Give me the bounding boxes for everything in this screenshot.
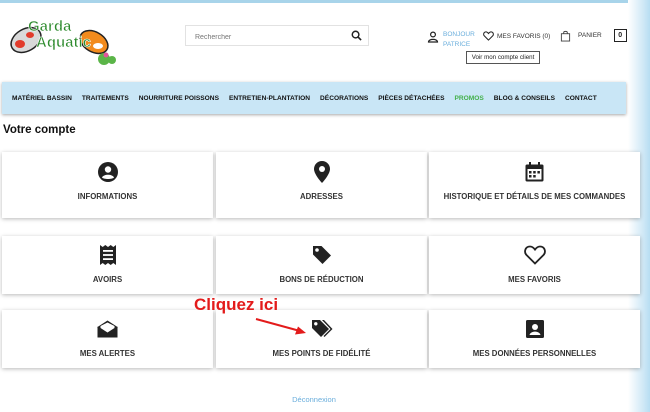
nav-contact[interactable]: Contact bbox=[565, 95, 597, 102]
search-box bbox=[185, 25, 369, 47]
cart-label: Panier bbox=[578, 32, 602, 39]
card-adresses[interactable]: Adresses bbox=[216, 152, 427, 218]
tag-icon bbox=[312, 246, 331, 264]
id-card-icon bbox=[525, 320, 544, 338]
card-informations[interactable]: Informations bbox=[2, 152, 213, 218]
cart-link[interactable]: Panier 0 bbox=[560, 29, 627, 42]
card-label: Mes points de fidélité bbox=[272, 349, 371, 358]
card-label: Historique et détails de mes commandes bbox=[443, 192, 626, 201]
account-username: Patrice bbox=[443, 41, 471, 48]
search-icon[interactable] bbox=[351, 30, 362, 41]
shopping-bag-icon bbox=[560, 30, 571, 41]
favorites-label: Mes favoris (0) bbox=[497, 32, 551, 40]
card-label: Mes alertes bbox=[79, 349, 136, 358]
nav-entretien-plantation[interactable]: Entretien-Plantation bbox=[229, 95, 310, 102]
card-bons-de-reduction[interactable]: Bons de réduction bbox=[216, 236, 427, 294]
account-greeting: Bonjour bbox=[443, 31, 475, 38]
cart-count-badge: 0 bbox=[613, 29, 627, 42]
heart-icon bbox=[523, 245, 546, 265]
main-navigation: Matériel bassin Traitements Nourriture p… bbox=[2, 82, 626, 114]
card-label: Mes données personnelles bbox=[472, 349, 597, 358]
envelope-open-icon bbox=[97, 320, 118, 338]
card-label: Avoirs bbox=[92, 275, 123, 284]
card-label: Adresses bbox=[300, 192, 343, 201]
receipt-icon bbox=[99, 245, 116, 265]
card-avoirs[interactable]: Avoirs bbox=[2, 236, 213, 294]
search-input[interactable] bbox=[186, 28, 345, 47]
heart-icon bbox=[483, 31, 494, 41]
nav-traitements[interactable]: Traitements bbox=[82, 95, 129, 102]
map-pin-icon bbox=[313, 161, 330, 183]
card-historique-commandes[interactable]: Historique et détails de mes commandes bbox=[429, 152, 640, 218]
card-label: Informations bbox=[77, 192, 138, 201]
nav-blog-conseils[interactable]: Blog & Conseils bbox=[494, 95, 555, 102]
calendar-icon bbox=[525, 162, 544, 182]
logout-link[interactable]: Déconnexion bbox=[0, 395, 628, 404]
user-icon bbox=[427, 31, 439, 43]
account-link[interactable]: Bonjour Patrice bbox=[427, 30, 475, 50]
card-mes-donnees-personnelles[interactable]: Mes données personnelles bbox=[429, 310, 640, 368]
annotation-arrow-icon bbox=[255, 318, 306, 335]
favorites-link[interactable]: Mes favoris (0) bbox=[483, 31, 550, 41]
card-mes-alertes[interactable]: Mes alertes bbox=[2, 310, 213, 368]
nav-decorations[interactable]: Décorations bbox=[320, 95, 368, 102]
card-label: Bons de réduction bbox=[279, 275, 364, 284]
garda-aquatic-logo[interactable]: Garda Aquatic bbox=[6, 14, 118, 68]
nav-promos[interactable]: Promos bbox=[454, 95, 483, 102]
user-circle-icon bbox=[97, 162, 118, 182]
card-mes-favoris[interactable]: Mes favoris bbox=[429, 236, 640, 294]
logo-word-aquatic: Aquatic bbox=[36, 34, 91, 51]
nav-materiel-bassin[interactable]: Matériel bassin bbox=[12, 95, 72, 102]
account-tooltip: Voir mon compte client bbox=[466, 51, 540, 64]
logo-word-garda: Garda bbox=[28, 18, 72, 35]
nav-nourriture-poissons[interactable]: Nourriture poissons bbox=[139, 95, 219, 102]
page-title: Votre compte bbox=[3, 124, 76, 136]
card-mes-points-de-fidelite[interactable]: Mes points de fidélité bbox=[216, 310, 427, 368]
tags-icon bbox=[311, 320, 332, 337]
nav-pieces-detachees[interactable]: Pièces détachées bbox=[378, 95, 444, 102]
top-accent-line bbox=[0, 0, 628, 3]
card-label: Mes favoris bbox=[508, 275, 561, 284]
annotation-cliquez-ici: Cliquez ici bbox=[194, 295, 279, 314]
